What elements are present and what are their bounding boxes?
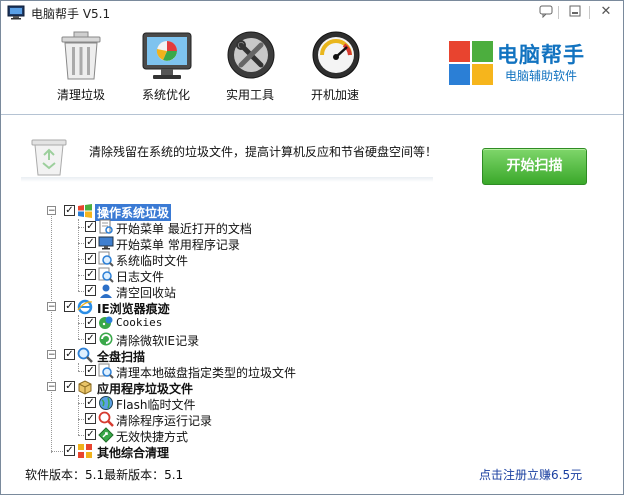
windows-tiles-logo-icon [449, 41, 493, 85]
tree-group-app-junk[interactable]: − ✓ 应用程序垃圾文件 [41, 379, 401, 396]
monitor-chart-icon [142, 32, 192, 79]
tool-label: 实用工具 [225, 88, 274, 102]
magnifier-icon [98, 363, 114, 379]
main-toolbar: 清理垃圾 系统优化 实用工具 开机加速 电脑帮手 电脑辅助软件 [1, 25, 623, 111]
register-link[interactable]: 点击注册立赚6.5元 [479, 466, 582, 483]
group-checkbox[interactable]: ✓ [64, 381, 75, 392]
item-checkbox[interactable]: ✓ [85, 333, 96, 344]
tools-icon [227, 31, 275, 79]
collapse-toggle[interactable]: − [47, 350, 56, 360]
banner-underline [21, 177, 433, 182]
collapse-toggle[interactable]: − [47, 302, 56, 312]
tree-item[interactable]: ✓ 日志文件 [41, 267, 401, 284]
skin-button[interactable] [537, 4, 555, 20]
banner-description: 清除残留在系统的垃圾文件，提高计算机反应和节省硬盘空间等！ [89, 145, 438, 159]
collapse-toggle[interactable]: − [47, 382, 56, 392]
shortcut-icon [98, 427, 114, 443]
app-monitor-icon [7, 5, 25, 20]
tool-clean-junk[interactable]: 清理垃圾 [41, 25, 121, 105]
close-icon: ✕ [600, 4, 612, 19]
user-icon [100, 284, 112, 298]
minimize-button[interactable] [566, 4, 584, 20]
title-bar[interactable]: 电脑帮手 V5.1 ✕ [1, 1, 623, 25]
magnifier-icon [77, 347, 93, 363]
document-search-icon [99, 219, 113, 234]
grid-icon [78, 444, 92, 458]
tree-item[interactable]: ✓ 清除程序运行记录 [41, 411, 401, 428]
item-checkbox[interactable]: ✓ [85, 221, 96, 232]
group-checkbox[interactable]: ✓ [64, 349, 75, 360]
ie-icon [77, 299, 93, 315]
tree-item[interactable]: ✓ Flash临时文件 [41, 395, 401, 412]
item-checkbox[interactable]: ✓ [85, 237, 96, 248]
item-checkbox[interactable]: ✓ [85, 269, 96, 280]
monitor-icon [98, 236, 114, 250]
tool-system-optimize[interactable]: 系统优化 [126, 25, 206, 105]
ie-history-icon [99, 332, 113, 346]
chat-bubble-icon [539, 5, 553, 19]
tree-item[interactable]: ✓ 清除微软IE记录 [41, 331, 401, 348]
speedometer-icon [312, 31, 360, 79]
tool-label: 系统优化 [141, 88, 190, 102]
tree-group-ie-traces[interactable]: − ✓ IE浏览器痕迹 [41, 299, 401, 316]
brand-subtitle: 电脑辅助软件 [505, 69, 578, 83]
tree-item[interactable]: ✓ 系统临时文件 [41, 251, 401, 268]
tool-label: 清理垃圾 [56, 88, 105, 102]
trash-can-icon [61, 31, 101, 80]
tree-group-os-junk[interactable]: − ✓ 操作系统垃圾 [41, 203, 401, 221]
magnifier-icon [98, 267, 114, 283]
window-title: 电脑帮手 V5.1 [31, 7, 111, 21]
item-checkbox[interactable]: ✓ [85, 285, 96, 296]
item-checkbox[interactable]: ✓ [85, 413, 96, 424]
group-checkbox[interactable]: ✓ [64, 445, 75, 456]
start-scan-button[interactable]: 开始扫描 [482, 148, 587, 185]
brand-logo: 电脑帮手 电脑辅助软件 [449, 39, 609, 95]
item-checkbox[interactable]: ✓ [85, 365, 96, 376]
app-window: 电脑帮手 V5.1 ✕ 清理垃圾 系统优化 实用工具 开机加速 电脑帮手 电脑辅… [0, 0, 624, 495]
globe-icon [99, 396, 113, 410]
tool-boot-speedup[interactable]: 开机加速 [295, 25, 375, 105]
item-checkbox[interactable]: ✓ [85, 429, 96, 440]
cleanup-tree: − ✓ 操作系统垃圾 ✓ 开始菜单 最近打开的文档 ✓ 开始菜单 常用程序记录 … [41, 201, 401, 463]
group-checkbox[interactable]: ✓ [64, 205, 75, 216]
tree-item[interactable]: ✓ Cookies [41, 315, 401, 331]
tree-item[interactable]: ✓ 开始菜单 最近打开的文档 [41, 219, 401, 236]
windows-logo-icon [78, 204, 92, 218]
search-red-icon [98, 411, 114, 427]
tree-group-full-scan[interactable]: − ✓ 全盘扫描 [41, 347, 401, 364]
item-checkbox[interactable]: ✓ [85, 253, 96, 264]
cookie-icon [99, 316, 113, 329]
toolbar-divider [1, 114, 623, 115]
minimize-icon [569, 5, 581, 17]
tree-group-other-cleanup[interactable]: ✓ 其他综合清理 [41, 443, 401, 460]
collapse-toggle[interactable]: − [47, 206, 56, 216]
tree-item[interactable]: ✓ 无效快捷方式 [41, 427, 401, 444]
cleanup-banner: 清除残留在系统的垃圾文件，提高计算机反应和节省硬盘空间等！ [21, 133, 437, 183]
item-checkbox[interactable]: ✓ [85, 317, 96, 328]
brand-name: 电脑帮手 [497, 43, 585, 67]
magnifier-icon [98, 251, 114, 267]
package-icon [78, 380, 92, 395]
tree-item[interactable]: ✓ 清空回收站 [41, 283, 401, 300]
close-button[interactable]: ✕ [597, 4, 615, 20]
group-label: 其他综合清理 [97, 446, 170, 460]
group-checkbox[interactable]: ✓ [64, 301, 75, 312]
tree-item[interactable]: ✓ 清理本地磁盘指定类型的垃圾文件 [41, 363, 401, 380]
item-checkbox[interactable]: ✓ [85, 397, 96, 408]
item-label: Cookies [116, 316, 163, 329]
tool-label: 开机加速 [310, 88, 359, 102]
tree-item[interactable]: ✓ 开始菜单 常用程序记录 [41, 235, 401, 252]
tool-utilities[interactable]: 实用工具 [210, 25, 290, 105]
recycle-bin-icon [31, 139, 67, 176]
version-info: 软件版本：5.1最新版本：5.1 [25, 468, 184, 482]
